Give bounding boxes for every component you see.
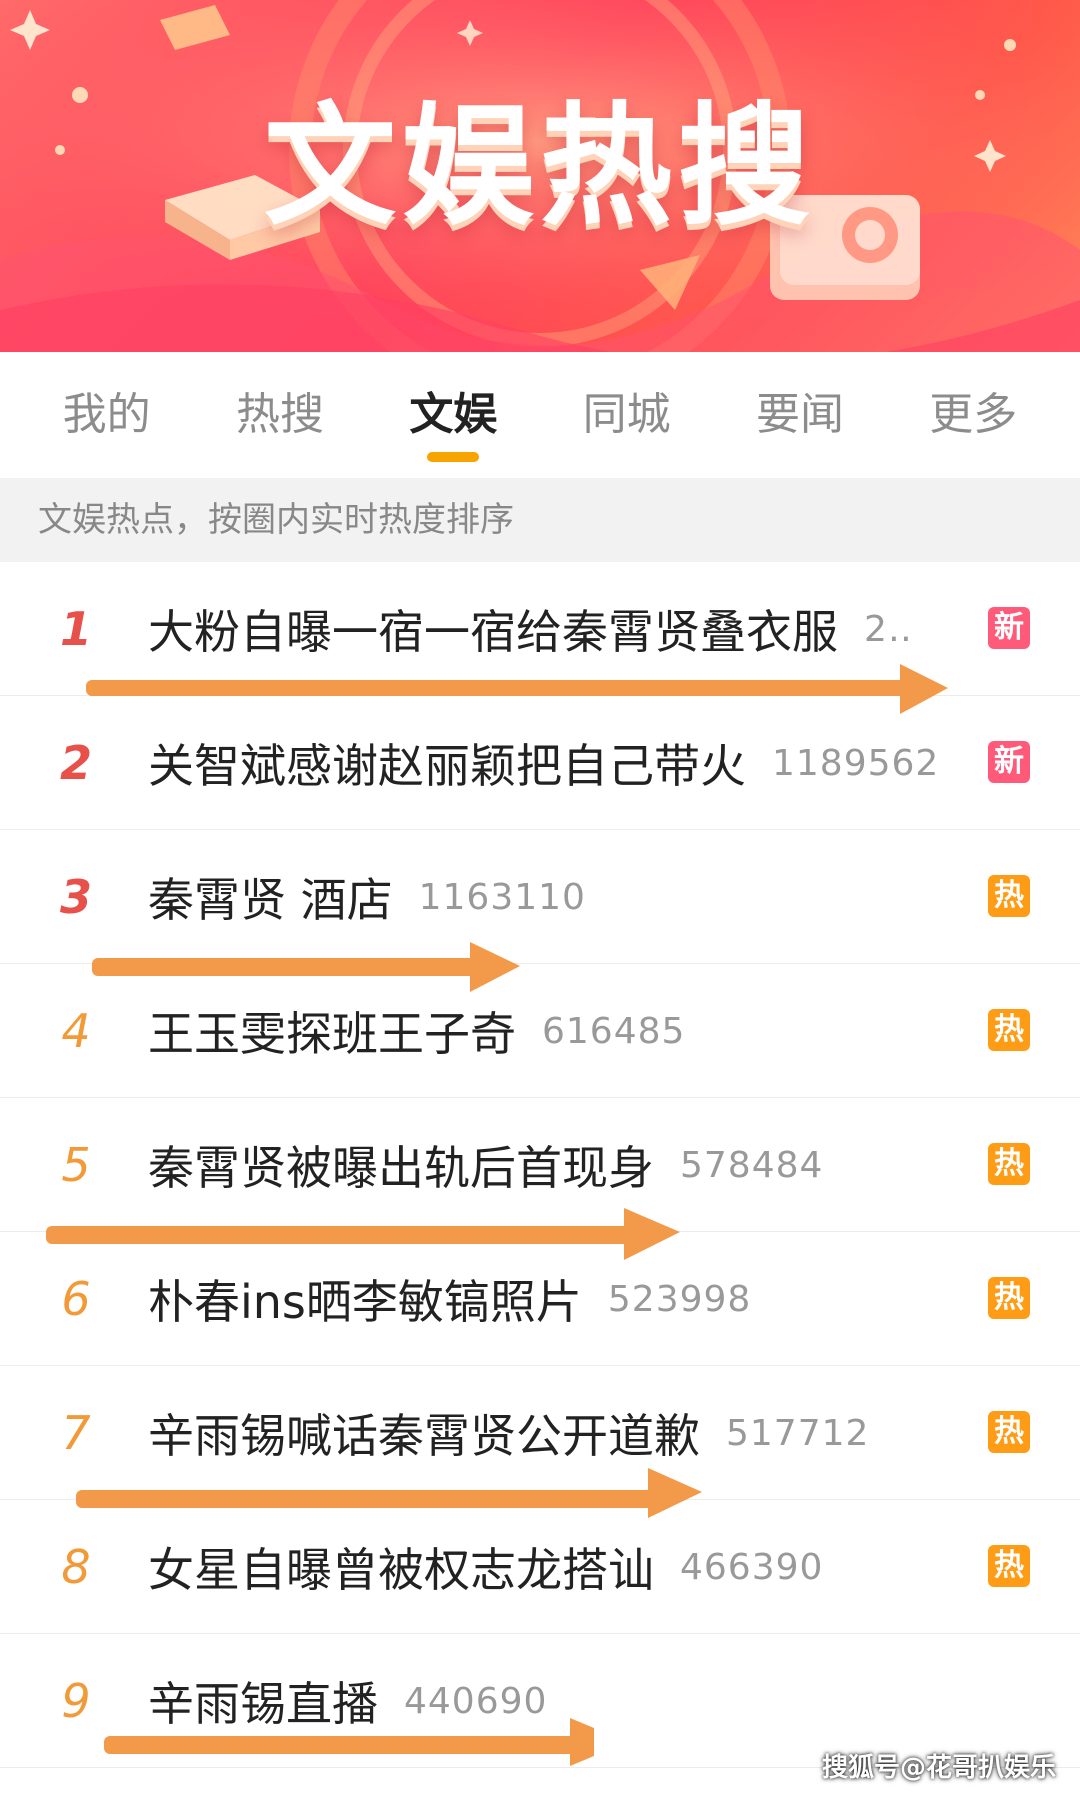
rank-number: 1 xyxy=(59,602,92,656)
heat-count: 523998 xyxy=(607,1278,752,1320)
hot-badge: 热 xyxy=(988,1009,1030,1051)
hot-badge: 热 xyxy=(988,1143,1030,1185)
topic-title: 辛雨锡喊话秦霄贤公开道歉 xyxy=(148,1409,700,1463)
watermark: 搜狐号@花哥扒娱乐 xyxy=(821,1753,1056,1783)
heat-count: 466390 xyxy=(680,1546,824,1588)
hot-badge: 热 xyxy=(988,1277,1030,1319)
tab-bar: 我的 热搜 文娱 同城 要闻 更多 xyxy=(0,352,1080,478)
hot-badge: 热 xyxy=(988,1545,1030,1587)
rank-number: 3 xyxy=(59,870,92,924)
topic-title: 辛雨锡直播 xyxy=(148,1677,378,1731)
topic-title: 关智斌感谢赵丽颖把自己带火 xyxy=(148,739,746,793)
topic-title: 朴春ins晒李敏镐照片 xyxy=(148,1275,582,1329)
tab-label: 更多 xyxy=(929,389,1018,440)
list-item[interactable]: 4 王玉雯探班王子奇 616485 热 xyxy=(0,964,1080,1098)
heat-count: 2… xyxy=(864,608,916,650)
new-badge: 新 xyxy=(988,607,1030,649)
list-item[interactable]: 2 关智斌感谢赵丽颖把自己带火 1189562 新 xyxy=(0,696,1080,830)
rank-number: 5 xyxy=(61,1138,91,1192)
tab-mine[interactable]: 我的 xyxy=(32,352,182,478)
heat-count: 1163110 xyxy=(418,876,586,918)
hot-badge: 热 xyxy=(988,875,1030,917)
heat-count: 1189562 xyxy=(772,742,940,784)
header-banner: 文娱热搜 xyxy=(0,0,1080,352)
hot-search-list: 1 大粉自曝一宿一宿给秦霄贤叠衣服 2… 新 2 关智斌感谢赵丽颖把自己带火 1… xyxy=(0,562,1080,1768)
topic-title: 秦霄贤 酒店 xyxy=(148,873,393,927)
list-item[interactable]: 1 大粉自曝一宿一宿给秦霄贤叠衣服 2… 新 xyxy=(0,562,1080,696)
active-tab-indicator xyxy=(427,452,480,462)
new-badge: 新 xyxy=(988,741,1030,783)
topic: 王玉雯探班王子奇 616485 xyxy=(148,964,948,1098)
topic-title: 大粉自曝一宿一宿给秦霄贤叠衣服 xyxy=(148,605,838,659)
heat-count: 440690 xyxy=(404,1680,548,1722)
hot-badge: 热 xyxy=(988,1411,1030,1453)
tab-label: 要闻 xyxy=(755,389,844,440)
tab-entertainment[interactable]: 文娱 xyxy=(378,352,528,478)
tab-label: 热搜 xyxy=(235,389,324,440)
rank-number: 7 xyxy=(61,1406,91,1460)
rank-number: 6 xyxy=(61,1272,91,1326)
tab-local[interactable]: 同城 xyxy=(552,352,702,478)
page: 文娱热搜 我的 热搜 文娱 同城 要闻 更多 文娱热点，按圈内实时热度排序 1 … xyxy=(0,0,1080,1798)
heat-count: 517712 xyxy=(726,1412,870,1454)
rank-number: 4 xyxy=(61,1004,91,1058)
topic: 大粉自曝一宿一宿给秦霄贤叠衣服 2… xyxy=(148,562,948,696)
rank-number: 2 xyxy=(59,736,92,790)
section-description: 文娱热点，按圈内实时热度排序 xyxy=(0,478,1080,562)
topic: 秦霄贤 酒店 1163110 xyxy=(148,830,948,964)
topic: 女星自曝曾被权志龙搭讪 466390 xyxy=(148,1500,948,1634)
heat-count: 616485 xyxy=(542,1010,686,1052)
tab-news[interactable]: 要闻 xyxy=(725,352,875,478)
topic: 秦霄贤被曝出轨后首现身 578484 xyxy=(148,1098,948,1232)
topic: 辛雨锡喊话秦霄贤公开道歉 517712 xyxy=(148,1366,948,1500)
topic: 朴春ins晒李敏镐照片 523998 xyxy=(148,1232,948,1366)
list-item[interactable]: 6 朴春ins晒李敏镐照片 523998 热 xyxy=(0,1232,1080,1366)
banner-title: 文娱热搜 xyxy=(264,90,816,244)
list-item[interactable]: 5 秦霄贤被曝出轨后首现身 578484 热 xyxy=(0,1098,1080,1232)
tab-hot-search[interactable]: 热搜 xyxy=(205,352,355,478)
heat-count: 578484 xyxy=(680,1144,824,1186)
tab-label: 同城 xyxy=(582,389,671,440)
topic-title: 王玉雯探班王子奇 xyxy=(148,1007,516,1061)
topic: 关智斌感谢赵丽颖把自己带火 1189562 xyxy=(148,696,948,830)
list-item[interactable]: 3 秦霄贤 酒店 1163110 热 xyxy=(0,830,1080,964)
rank-number: 8 xyxy=(61,1540,91,1594)
rank-number: 9 xyxy=(61,1674,91,1728)
list-item[interactable]: 7 辛雨锡喊话秦霄贤公开道歉 517712 热 xyxy=(0,1366,1080,1500)
tab-label: 我的 xyxy=(62,389,151,440)
tab-more[interactable]: 更多 xyxy=(898,352,1048,478)
list-item[interactable]: 8 女星自曝曾被权志龙搭讪 466390 热 xyxy=(0,1500,1080,1634)
topic-title: 女星自曝曾被权志龙搭讪 xyxy=(148,1543,654,1597)
topic-title: 秦霄贤被曝出轨后首现身 xyxy=(148,1141,654,1195)
tab-label: 文娱 xyxy=(409,389,498,440)
